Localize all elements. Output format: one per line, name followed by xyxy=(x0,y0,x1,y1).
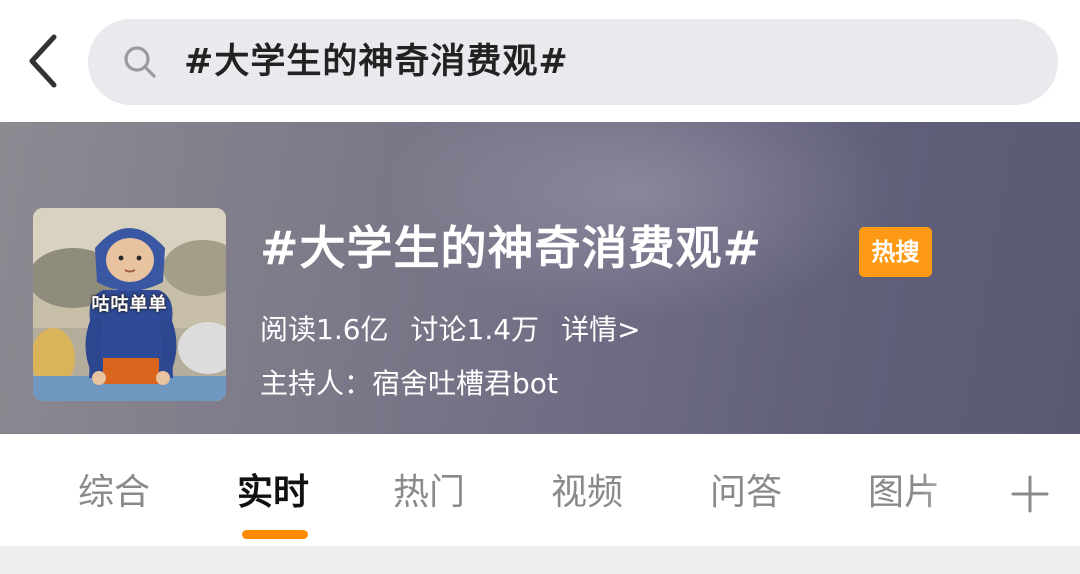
plus-icon xyxy=(1011,475,1049,513)
topic-stats: 阅读1.6亿 讨论1.4万 详情> xyxy=(260,308,663,348)
search-query-text: #大学生的神奇消费观# xyxy=(184,42,569,82)
topic-image[interactable]: 咕咕单单 xyxy=(33,208,226,401)
topic-host: 主持人：宿舍吐槽君bot xyxy=(260,367,558,400)
read-count: 阅读1.6亿 xyxy=(260,313,389,346)
tab-hot[interactable]: 热门 xyxy=(393,468,465,518)
top-bar: #大学生的神奇消费观# xyxy=(0,0,1080,122)
back-button[interactable] xyxy=(18,28,68,94)
tab-overflow-fade xyxy=(920,454,980,534)
active-tab-indicator xyxy=(242,530,308,539)
details-link[interactable]: 详情> xyxy=(561,308,640,348)
topic-title: #大学生的神奇消费观# xyxy=(260,221,763,275)
search-input[interactable]: #大学生的神奇消费观# xyxy=(88,19,1058,105)
tab-realtime[interactable]: 实时 xyxy=(237,468,309,518)
content-divider xyxy=(0,546,1080,574)
tab-video[interactable]: 视频 xyxy=(551,468,623,518)
topic-banner: 咕咕单单 #大学生的神奇消费观# 热搜 阅读1.6亿 讨论1.4万 详情> 主持… xyxy=(0,122,1080,434)
tab-comprehensive[interactable]: 综合 xyxy=(78,468,150,518)
add-tab-button[interactable] xyxy=(1006,464,1054,524)
search-icon xyxy=(124,46,156,78)
hot-search-badge: 热搜 xyxy=(859,227,932,277)
image-caption: 咕咕单单 xyxy=(91,294,168,315)
tab-bar: 综合 实时 热门 视频 问答 图片 xyxy=(0,434,1080,546)
tab-qa[interactable]: 问答 xyxy=(710,468,782,518)
discussion-count: 讨论1.4万 xyxy=(410,313,540,346)
chevron-left-icon xyxy=(29,34,57,88)
